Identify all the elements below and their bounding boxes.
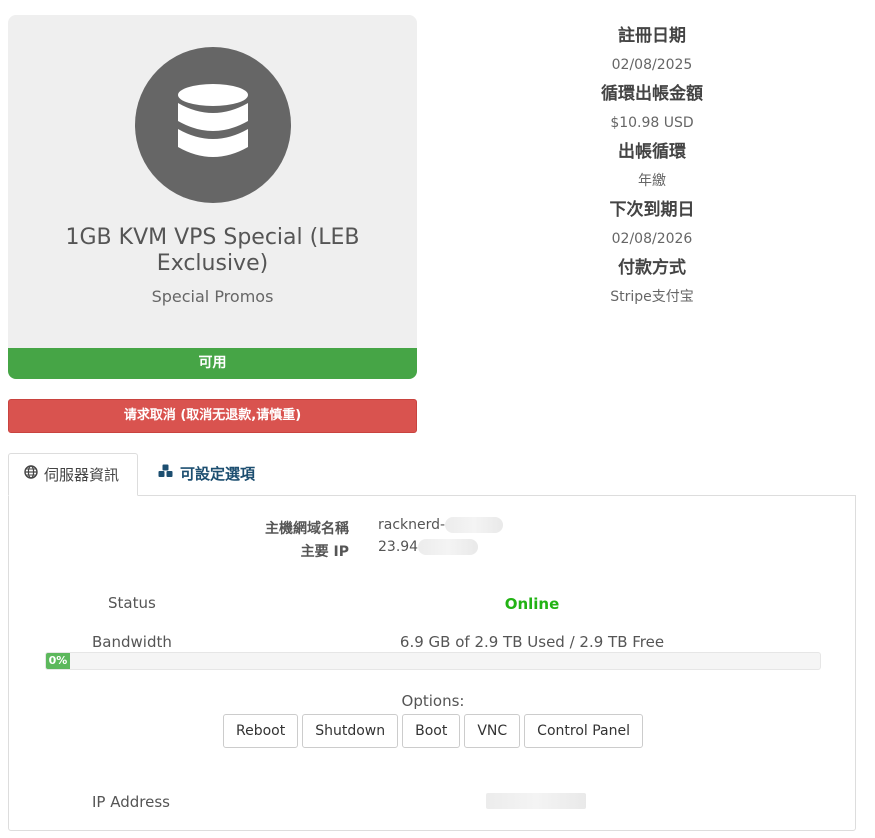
shutdown-button[interactable]: Shutdown [302, 714, 399, 748]
recurring-amount-label: 循環出帳金額 [601, 84, 703, 104]
ip-address-label: IP Address [92, 793, 170, 811]
server-action-buttons: Reboot Shutdown Boot VNC Control Panel [9, 714, 857, 748]
product-name: 1GB KVM VPS Special (LEB Exclusive) [65, 225, 360, 276]
options-label: Options: [401, 692, 465, 710]
vnc-button[interactable]: VNC [464, 714, 521, 748]
billing-info: 註冊日期 02/08/2025 循環出帳金額 $10.98 USD 出帳循環 年… [432, 22, 872, 312]
globe-icon [24, 453, 38, 496]
billing-cycle-label: 出帳循環 [618, 142, 686, 162]
next-due-date-value: 02/08/2026 [611, 231, 693, 247]
tab-server-info[interactable]: 伺服器資訊 [8, 453, 138, 496]
bandwidth-usage-text: 6.9 GB of 2.9 TB Used / 2.9 TB Free [399, 633, 665, 651]
tab-server-info-label: 伺服器資訊 [44, 466, 120, 484]
hostname-value: racknerd- [378, 517, 504, 533]
payment-method-label: 付款方式 [618, 258, 686, 278]
reboot-button[interactable]: Reboot [222, 714, 299, 748]
primary-ip-text: 23.94 [378, 539, 419, 555]
bandwidth-progress-bar: 0% [45, 652, 821, 670]
control-panel-button[interactable]: Control Panel [524, 714, 643, 748]
cubes-icon [158, 452, 174, 495]
redacted-mask [486, 793, 586, 809]
registration-date-label: 註冊日期 [618, 26, 686, 46]
redacted-mask [445, 517, 504, 533]
bandwidth-progress-fill: 0% [46, 653, 70, 669]
product-group: Special Promos [151, 287, 274, 306]
primary-ip-value: 23.94 [378, 539, 479, 555]
hostname-text: racknerd- [378, 517, 446, 533]
next-due-date-label: 下次到期日 [609, 200, 695, 220]
billing-cycle-value: 年繳 [638, 173, 666, 189]
registration-date-value: 02/08/2025 [611, 57, 693, 73]
database-icon [178, 84, 248, 157]
ip-address-value [486, 793, 586, 809]
recurring-amount-value: $10.98 USD [610, 115, 694, 131]
hostname-label: 主機網域名稱 [265, 521, 349, 537]
primary-ip-label: 主要 IP [300, 544, 349, 560]
tab-configurable-options[interactable]: 可設定選項 [143, 453, 283, 496]
product-icon-circle [135, 47, 291, 203]
boot-button[interactable]: Boot [402, 714, 461, 748]
request-cancellation-button[interactable]: 请求取消 (取消无退款,请慎重) [8, 399, 417, 433]
server-info-panel: 主機網域名稱 racknerd- 主要 IP 23.94 Status Onli… [8, 495, 856, 831]
product-status-badge: 可用 [8, 348, 417, 379]
redacted-mask [418, 539, 479, 555]
payment-method-value: Stripe支付宝 [610, 289, 694, 305]
server-status-value: Online [504, 595, 560, 613]
tab-configurable-options-label: 可設定選項 [180, 465, 256, 483]
product-card: 1GB KVM VPS Special (LEB Exclusive) Spec… [8, 15, 417, 348]
